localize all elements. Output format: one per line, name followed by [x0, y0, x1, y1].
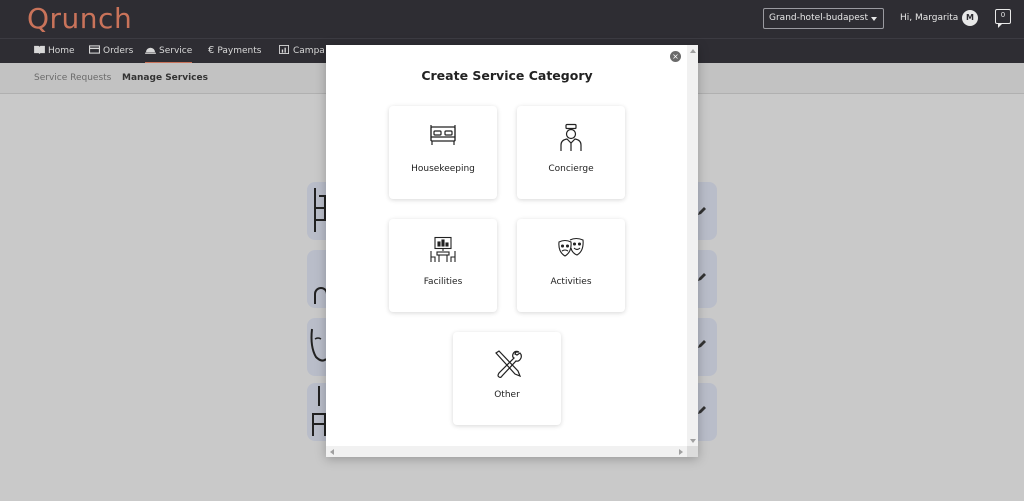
mask-icon	[310, 328, 327, 362]
category-activities[interactable]: Activities	[517, 219, 625, 312]
conference-room-icon	[430, 236, 456, 262]
bed-icon	[430, 125, 456, 145]
category-label: Other	[494, 390, 520, 400]
hotel-select[interactable]: Grand-hotel-budapest	[763, 8, 884, 29]
tools-icon	[495, 350, 522, 378]
create-category-modal: Create Service Category × Housekeeping C…	[326, 45, 698, 457]
category-other[interactable]: Other	[453, 332, 561, 425]
category-housekeeping[interactable]: Housekeeping	[389, 106, 497, 199]
nav-item-orders[interactable]: Orders	[89, 39, 133, 64]
category-label: Housekeeping	[411, 164, 475, 174]
euro-icon: €	[208, 45, 215, 56]
nav-item-campaigns[interactable]: Campa	[279, 39, 325, 64]
nav-item-service[interactable]: Service	[145, 39, 193, 64]
edit-icon[interactable]	[697, 272, 707, 282]
card-icon	[89, 45, 100, 54]
scroll-up-icon[interactable]	[690, 49, 696, 53]
horizontal-scrollbar[interactable]	[326, 446, 687, 457]
scroll-left-icon[interactable]	[330, 449, 334, 455]
bellhop-icon	[560, 123, 582, 151]
close-button[interactable]: ×	[670, 51, 681, 62]
service-bell-icon	[145, 47, 156, 54]
scrollbar-corner	[687, 446, 698, 457]
modal-title: Create Service Category	[421, 68, 593, 83]
scroll-down-icon[interactable]	[690, 439, 696, 443]
edit-icon[interactable]	[697, 405, 707, 415]
edit-icon[interactable]	[697, 339, 707, 349]
nav-item-payments[interactable]: € Payments	[208, 39, 261, 64]
category-label: Facilities	[423, 277, 463, 287]
tab-service-requests[interactable]: Service Requests	[34, 73, 111, 83]
scroll-right-icon[interactable]	[679, 449, 683, 455]
chart-icon	[279, 45, 289, 54]
nav-label: Campa	[293, 46, 325, 56]
category-label: Activities	[550, 277, 592, 287]
theater-masks-icon	[558, 237, 584, 257]
category-concierge[interactable]: Concierge	[517, 106, 625, 199]
top-header: Qrunch Grand-hotel-budapest Hi, Margarit…	[0, 0, 1024, 38]
nav-label: Payments	[217, 46, 262, 56]
chat-icon[interactable]: 0	[995, 9, 1011, 28]
edit-icon[interactable]	[697, 206, 707, 216]
vertical-scrollbar[interactable]	[687, 45, 698, 447]
hotel-select-value: Grand-hotel-budapest	[769, 13, 868, 23]
app-logo[interactable]: Qrunch	[27, 2, 132, 35]
tab-manage-services[interactable]: Manage Services	[122, 73, 208, 83]
nav-label: Orders	[103, 46, 134, 56]
caret-down-icon	[871, 17, 877, 21]
category-label: Concierge	[548, 164, 594, 174]
nav-label: Home	[48, 46, 75, 56]
user-greeting: Hi, Margarita	[900, 13, 959, 23]
nav-label: Service	[159, 46, 193, 56]
category-facilities[interactable]: Facilities	[389, 219, 497, 312]
avatar[interactable]: M	[962, 10, 978, 26]
book-icon	[34, 45, 45, 54]
nav-item-home[interactable]: Home	[34, 39, 75, 64]
